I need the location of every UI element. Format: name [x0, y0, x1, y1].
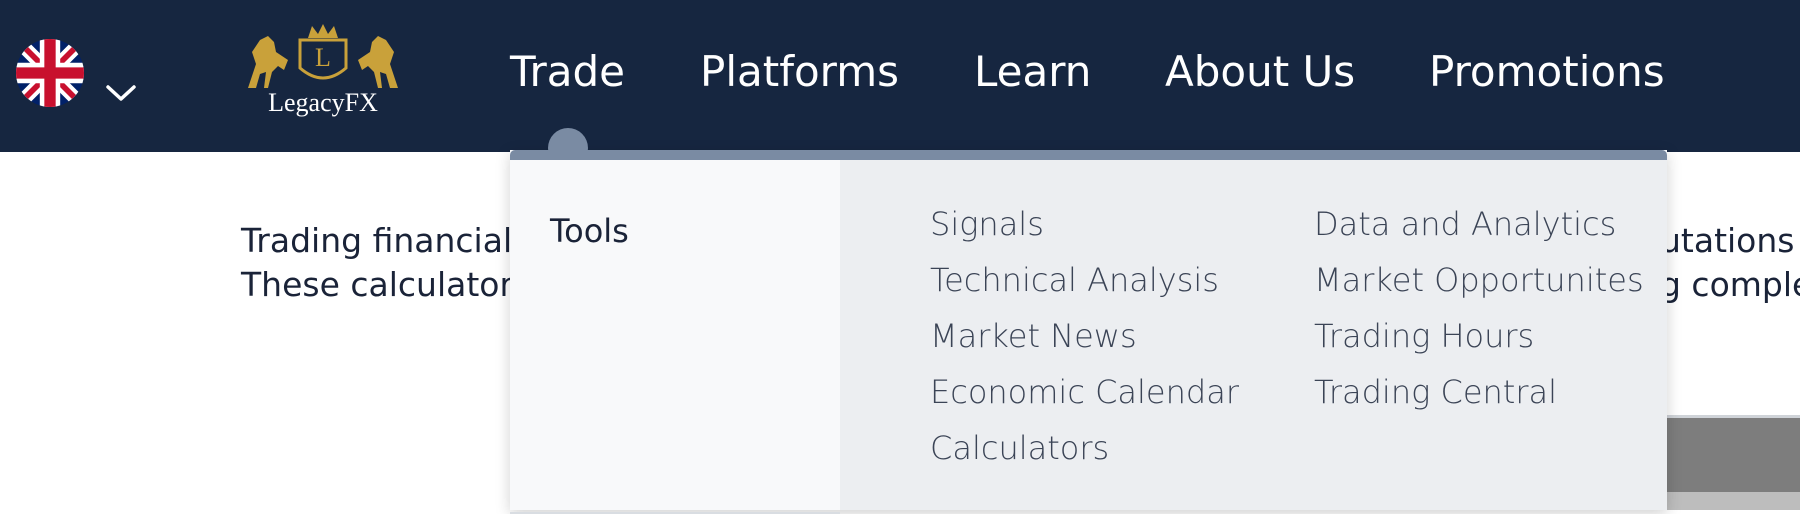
nav-platforms[interactable]: Platforms [700, 42, 899, 102]
body-line-2: These calculators [241, 265, 531, 304]
body-line-1-right: utations [1660, 221, 1795, 260]
body-text-right: utations g comple [1660, 219, 1800, 307]
menu-item-economic-calendar[interactable]: Economic Calendar [930, 364, 1239, 420]
chevron-down-icon [106, 85, 136, 101]
menu-item-trading-hours[interactable]: Trading Hours [1314, 308, 1644, 364]
language-selector[interactable] [16, 39, 146, 115]
nav-learn[interactable]: Learn [974, 42, 1091, 102]
body-line-1: Trading financial [241, 221, 513, 260]
links-column-2: Data and Analytics Market Opportunites T… [1314, 196, 1644, 420]
svg-text:L: L [315, 43, 331, 72]
menu-item-data-and-analytics[interactable]: Data and Analytics [1314, 196, 1644, 252]
dropdown-category-panel: Tools [510, 160, 840, 514]
image-placeholder [1665, 418, 1800, 498]
body-text-left: Trading financial These calculators [241, 219, 530, 307]
links-column-1: Signals Technical Analysis Market News E… [930, 196, 1239, 476]
nav-about-us[interactable]: About Us [1165, 42, 1355, 102]
logo-crest-icon: L [248, 24, 398, 88]
logo[interactable]: L LegacyFX [238, 22, 408, 122]
header-bar: L LegacyFX Trade Platforms Learn About U… [0, 0, 1800, 152]
body-line-2-right: g comple [1660, 265, 1800, 304]
menu-item-calculators[interactable]: Calculators [930, 420, 1239, 476]
menu-item-technical-analysis[interactable]: Technical Analysis [930, 252, 1239, 308]
logo-text: LegacyFX [268, 88, 378, 117]
nav-promotions[interactable]: Promotions [1429, 42, 1665, 102]
menu-item-signals[interactable]: Signals [930, 196, 1239, 252]
trade-dropdown-menu: Tools Signals Technical Analysis Market … [510, 128, 1667, 514]
dropdown-top-bar [510, 150, 1667, 160]
image-placeholder-bottom [1665, 492, 1800, 510]
menu-item-market-news[interactable]: Market News [930, 308, 1239, 364]
uk-flag-icon [16, 39, 84, 107]
category-tools[interactable]: Tools [550, 212, 629, 250]
menu-item-market-opportunites[interactable]: Market Opportunites [1314, 252, 1644, 308]
menu-item-trading-central[interactable]: Trading Central [1314, 364, 1644, 420]
nav-trade[interactable]: Trade [510, 42, 625, 102]
